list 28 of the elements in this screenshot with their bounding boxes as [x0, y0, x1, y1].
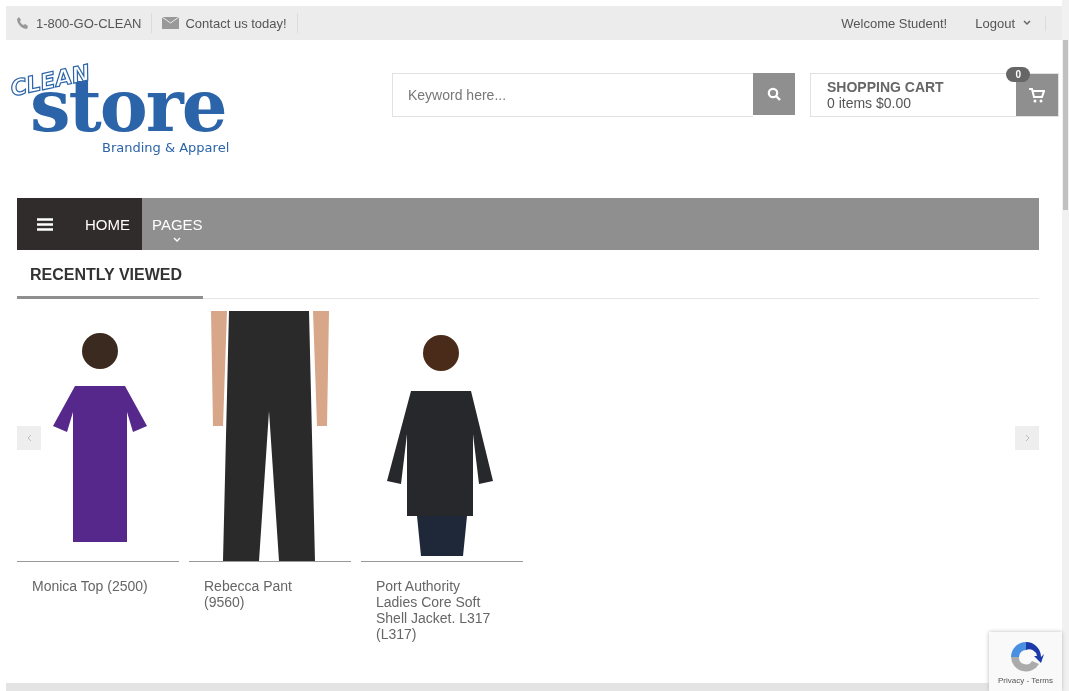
logout-button[interactable]: Logout — [961, 15, 1046, 31]
phone-icon — [16, 16, 30, 30]
search-icon — [767, 87, 781, 101]
scrollbar-thumb[interactable] — [1063, 40, 1068, 210]
search-button[interactable] — [753, 73, 795, 115]
privacy-terms-link[interactable]: Privacy - Terms — [998, 676, 1053, 685]
product-name[interactable]: Rebecca Pant (9560) — [189, 562, 351, 610]
chevron-down-icon — [1023, 20, 1031, 26]
cart-title[interactable]: SHOPPING CART — [827, 79, 1000, 95]
menu-icon[interactable] — [37, 217, 53, 231]
phone-number: 1-800-GO-CLEAN — [36, 15, 142, 31]
section-title: RECENTLY VIEWED — [17, 266, 203, 299]
chevron-right-icon — [1024, 434, 1030, 442]
search-field[interactable]: Keyword here... — [392, 73, 753, 117]
nav-link[interactable]: PAGES — [142, 198, 213, 250]
scrollbar[interactable] — [1062, 0, 1069, 691]
product-name[interactable]: Monica Top (2500) — [17, 562, 179, 594]
chevron-left-icon — [26, 434, 32, 442]
contact-link[interactable]: Contact us today! — [185, 15, 287, 31]
previous-button[interactable] — [17, 426, 41, 450]
product-name[interactable]: Port Authority Ladies Core Soft Shell Jacket. L317 (L317) — [361, 562, 523, 642]
cart-icon — [1029, 87, 1045, 103]
next-button[interactable] — [1015, 426, 1039, 450]
welcome-text: Welcome Student! — [840, 15, 949, 31]
envelope-icon — [162, 17, 180, 29]
nav-link[interactable]: HOME — [73, 198, 142, 250]
cart-summary: 0 items $0.00 — [827, 95, 912, 111]
cart-count-badge: 0 — [1006, 67, 1030, 82]
